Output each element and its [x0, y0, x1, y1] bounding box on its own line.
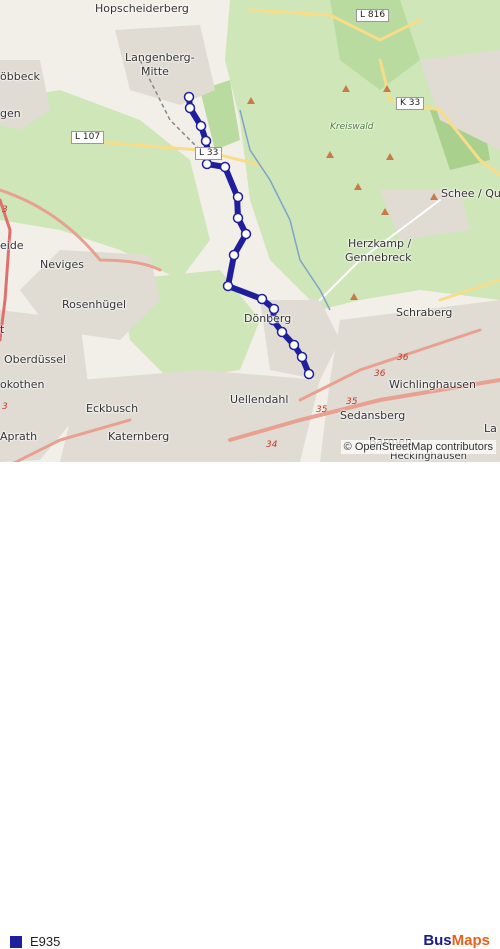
place-schraberg: Schraberg [396, 306, 453, 319]
road-shield-l107: L 107 [71, 131, 105, 144]
brand-part2: Maps [451, 932, 490, 949]
place-kothen: okothen [0, 378, 45, 391]
place-langenberg-mitte: Mitte [141, 65, 169, 78]
bus-stop-marker[interactable] [184, 102, 196, 114]
place-gen: gen [0, 107, 21, 120]
place-wichlinghausen: Wichlinghausen [389, 378, 476, 391]
road-shield-k33: K 33 [396, 97, 425, 110]
route-number: 3 [2, 402, 8, 412]
place-aprath: Aprath [0, 430, 38, 443]
map-canvas[interactable]: Hopscheiderberg Langenberg- Mitte öbbeck… [0, 0, 500, 462]
bus-stop-marker[interactable] [240, 228, 252, 240]
busmaps-logo[interactable]: BusMaps [423, 932, 490, 949]
place-oberdussel: Oberdüssel [4, 353, 66, 366]
bus-stop-marker[interactable] [288, 339, 300, 351]
bus-stop-marker[interactable] [219, 161, 231, 173]
place-eide: eide [0, 239, 24, 252]
bus-stop-marker[interactable] [276, 326, 288, 338]
place-gennebreck: Gennebreck [345, 251, 412, 264]
legend-footer: E935 BusMaps [0, 462, 500, 949]
forest-label: Kreiswald [330, 122, 374, 132]
bus-stop-marker[interactable] [183, 91, 195, 103]
route-number: 35 [346, 397, 358, 407]
place-sedansberg: Sedansberg [340, 409, 406, 422]
place-langenberg: Langenberg- [125, 51, 195, 64]
place-bbeck: öbbeck [0, 70, 40, 83]
bus-stop-marker[interactable] [201, 158, 213, 170]
place-uellendahl: Uellendahl [230, 393, 289, 406]
road-shield-l33: L 33 [195, 147, 223, 160]
route-number: 36 [397, 353, 409, 363]
route-number: 3 [2, 205, 8, 215]
bus-stop-marker[interactable] [232, 212, 244, 224]
brand-part1: Bus [423, 932, 452, 949]
place-hopscheiderberg: Hopscheiderberg [95, 2, 189, 15]
place-eckbusch: Eckbusch [86, 402, 139, 415]
place-rosenhugel: Rosenhügel [62, 298, 127, 311]
bus-stop-marker[interactable] [200, 135, 212, 147]
place-doenberg: Dönberg [244, 312, 292, 325]
place-herzkamp: Herzkamp / [348, 237, 412, 250]
bus-stop-marker[interactable] [256, 293, 268, 305]
road-shield-l816: L 816 [356, 9, 390, 22]
map-attribution[interactable]: © OpenStreetMap contributors [340, 440, 496, 454]
place-la: La [484, 422, 497, 435]
bus-stop-marker[interactable] [303, 368, 315, 380]
bus-stop-marker[interactable] [296, 351, 308, 363]
route-number: 36 [374, 369, 386, 379]
bus-stop-marker[interactable] [195, 120, 207, 132]
bus-stop-marker[interactable] [232, 191, 244, 203]
route-number: 35 [316, 405, 328, 415]
bus-stop-marker[interactable] [222, 280, 234, 292]
legend-route-label: E935 [30, 934, 61, 949]
legend-color-swatch [10, 936, 22, 948]
place-t: t [0, 323, 5, 336]
place-schee: Schee / Que [441, 187, 500, 200]
route-number: 34 [266, 440, 278, 450]
bus-stop-marker[interactable] [228, 249, 240, 261]
place-katernberg: Katernberg [108, 430, 170, 443]
place-neviges: Neviges [40, 258, 85, 271]
